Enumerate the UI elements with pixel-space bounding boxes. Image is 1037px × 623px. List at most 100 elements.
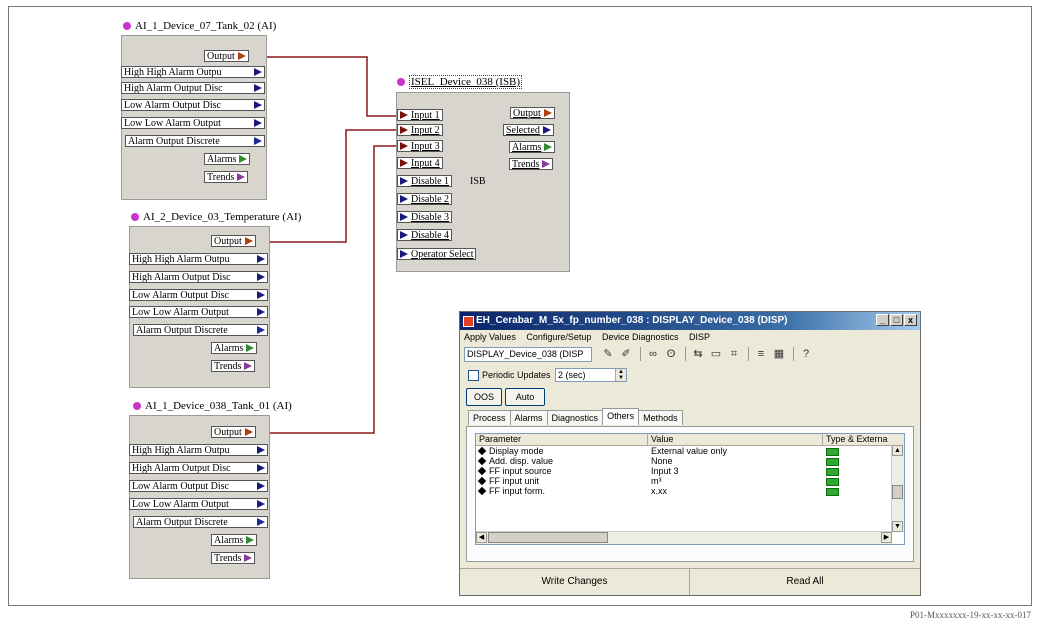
checkbox-box[interactable]: [468, 370, 479, 382]
port-low-low-alarm[interactable]: Low Low Alarm Output: [129, 306, 268, 318]
write-changes-button[interactable]: Write Changes: [460, 572, 689, 592]
help-icon[interactable]: ?: [798, 348, 814, 360]
arrow-icon: [400, 231, 408, 239]
port-output[interactable]: Output: [510, 107, 555, 119]
port-low-alarm[interactable]: Low Alarm Output Disc: [129, 289, 268, 301]
port-low-low-alarm[interactable]: Low Low Alarm Output: [129, 498, 268, 510]
port-alarm-output-discrete[interactable]: Alarm Output Discrete: [133, 324, 268, 336]
scroll-left-icon[interactable]: ◀: [476, 532, 487, 543]
arrow-icon: [400, 250, 408, 258]
spinner-buttons[interactable]: ▲ ▼: [615, 369, 626, 381]
port-input-2[interactable]: Input 2: [397, 124, 443, 136]
port-alarms[interactable]: Alarms: [204, 153, 251, 165]
block-select-combo[interactable]: DISPLAY_Device_038 (DISP: [464, 347, 592, 362]
port-high-high-alarm[interactable]: High High Alarm Outpu: [129, 253, 268, 265]
glasses-icon[interactable]: ʘ: [663, 348, 679, 360]
menu-disp[interactable]: DISP: [689, 332, 710, 342]
block-status-icon: [131, 213, 139, 222]
port-selected[interactable]: Selected: [503, 124, 554, 136]
periodic-updates-checkbox[interactable]: Periodic Updates: [468, 370, 551, 382]
arrow-icon: [400, 142, 408, 150]
column-header-type[interactable]: Type & Externa: [823, 434, 894, 445]
port-input-3[interactable]: Input 3: [397, 140, 443, 152]
port-high-alarm[interactable]: High Alarm Output Disc: [129, 462, 268, 474]
table-row[interactable]: Display mode External value only: [476, 446, 892, 456]
ok-status-icon: [826, 467, 839, 476]
port-trends[interactable]: Trends: [204, 171, 249, 183]
arrow-icon: [244, 428, 253, 436]
list-icon[interactable]: ≡: [753, 348, 769, 360]
dialog-bottom-bar: Write Changes Read All: [460, 568, 920, 595]
scroll-thumb[interactable]: [488, 532, 608, 543]
port-trends[interactable]: Trends: [211, 360, 256, 372]
scroll-thumb[interactable]: [892, 485, 903, 499]
table-row[interactable]: FF input unit m³: [476, 476, 892, 486]
table-row[interactable]: Add. disp. value None: [476, 456, 892, 466]
vertical-scrollbar[interactable]: ▲ ▼: [891, 445, 904, 532]
scroll-down-icon[interactable]: ▼: [892, 521, 903, 532]
port-operator-select[interactable]: Operator Select: [397, 248, 477, 260]
port-input-1[interactable]: Input 1: [397, 109, 443, 121]
table-row[interactable]: FF input form. x.xx: [476, 486, 892, 496]
maximize-button[interactable]: □: [890, 314, 903, 326]
menu-configure-setup[interactable]: Configure/Setup: [526, 332, 591, 342]
close-button[interactable]: x: [904, 314, 917, 326]
auto-button[interactable]: Auto: [505, 388, 545, 406]
device-dialog-window: EH_Cerabar_M_5x_fp_number_038 : DISPLAY_…: [459, 311, 921, 596]
port-output[interactable]: Output: [211, 426, 256, 438]
oos-button[interactable]: OOS: [466, 388, 502, 406]
port-alarm-output-discrete[interactable]: Alarm Output Discrete: [133, 516, 268, 528]
port-disable-3[interactable]: Disable 3: [397, 211, 453, 223]
arrow-icon: [400, 177, 408, 185]
toolbar: ✎ ✐ ∞ ʘ ⇆ ▭ ⌗ ≡ ▦?: [600, 347, 816, 363]
port-output[interactable]: Output: [204, 50, 249, 62]
tab-methods[interactable]: Methods: [638, 410, 683, 425]
tab-process[interactable]: Process: [468, 410, 511, 425]
edit-icon[interactable]: ✎: [600, 347, 616, 360]
port-disable-4[interactable]: Disable 4: [397, 229, 453, 241]
tab-alarms[interactable]: Alarms: [509, 410, 548, 425]
grid-icon[interactable]: ⌗: [726, 348, 742, 361]
periodic-interval-spinner[interactable]: 2 (sec) ▲ ▼: [555, 368, 627, 382]
port-high-high-alarm[interactable]: High High Alarm Outpu: [129, 444, 268, 456]
menu-device-diagnostics[interactable]: Device Diagnostics: [602, 332, 679, 342]
port-trends[interactable]: Trends: [509, 158, 554, 170]
column-header-parameter[interactable]: Parameter: [476, 434, 648, 445]
table-row[interactable]: FF input source Input 3: [476, 466, 892, 476]
arrow-icon: [239, 155, 248, 163]
arrow-icon: [257, 482, 265, 490]
port-low-low-alarm[interactable]: Low Low Alarm Output: [121, 117, 265, 129]
folder-icon[interactable]: ▭: [708, 347, 724, 360]
port-low-alarm[interactable]: Low Alarm Output Disc: [121, 99, 265, 111]
tab-others[interactable]: Others: [602, 408, 640, 425]
port-high-high-alarm[interactable]: High High Alarm Outpu: [121, 66, 265, 78]
horizontal-scrollbar[interactable]: ◀ ▶: [476, 531, 892, 544]
port-alarms[interactable]: Alarms: [509, 141, 556, 153]
port-input-4[interactable]: Input 4: [397, 157, 443, 169]
port-disable-1[interactable]: Disable 1: [397, 175, 453, 187]
arrow-icon: [400, 213, 408, 221]
arrow-icon: [400, 159, 408, 167]
port-high-alarm[interactable]: High Alarm Output Disc: [129, 271, 268, 283]
column-header-value[interactable]: Value: [648, 434, 823, 445]
port-output[interactable]: Output: [211, 235, 256, 247]
menu-apply-values[interactable]: Apply Values: [464, 332, 516, 342]
transfer-icon[interactable]: ⇆: [690, 347, 706, 360]
link-icon[interactable]: ∞: [645, 348, 661, 360]
port-disable-2[interactable]: Disable 2: [397, 193, 453, 205]
arrow-icon: [244, 554, 253, 562]
pencil-icon[interactable]: ✐: [618, 347, 634, 360]
minimize-button[interactable]: _: [876, 314, 889, 326]
port-alarm-output-discrete[interactable]: Alarm Output Discrete: [125, 135, 265, 147]
port-alarms[interactable]: Alarms: [211, 342, 258, 354]
tab-diagnostics[interactable]: Diagnostics: [546, 410, 604, 425]
scroll-right-icon[interactable]: ▶: [881, 532, 892, 543]
port-low-alarm[interactable]: Low Alarm Output Disc: [129, 480, 268, 492]
table-icon[interactable]: ▦: [771, 347, 787, 360]
dialog-title-bar[interactable]: EH_Cerabar_M_5x_fp_number_038 : DISPLAY_…: [460, 312, 920, 330]
port-trends[interactable]: Trends: [211, 552, 256, 564]
read-all-button[interactable]: Read All: [690, 572, 920, 592]
scroll-up-icon[interactable]: ▲: [892, 445, 903, 456]
port-high-alarm[interactable]: High Alarm Output Disc: [121, 82, 265, 94]
port-alarms[interactable]: Alarms: [211, 534, 258, 546]
